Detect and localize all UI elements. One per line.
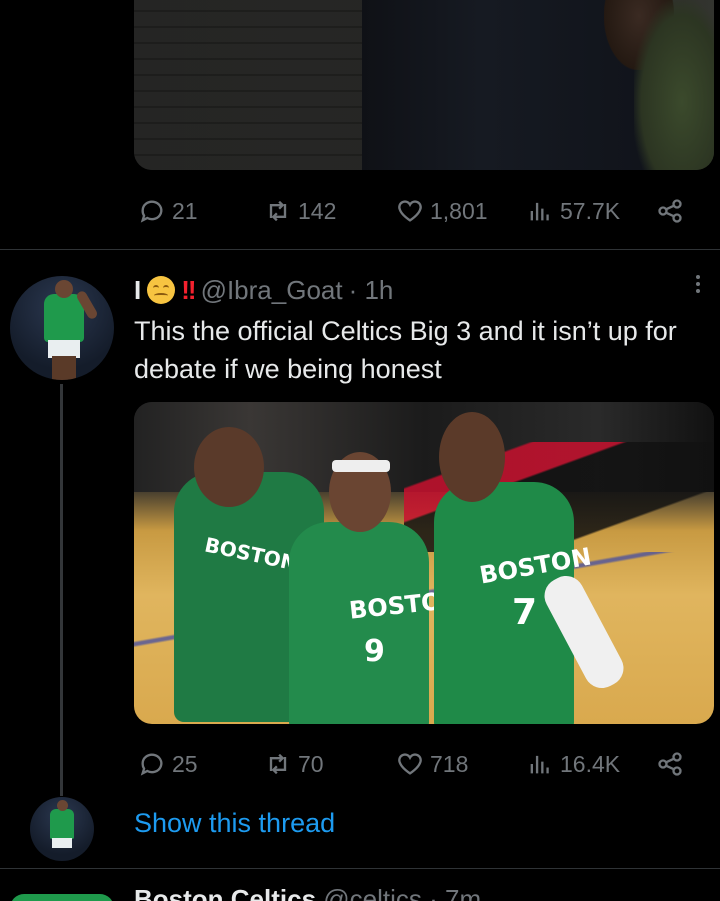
tweet-divider — [0, 249, 720, 250]
share-button[interactable] — [656, 197, 684, 225]
share-button[interactable] — [656, 750, 684, 778]
tweet-divider — [0, 868, 720, 869]
tweet-actions: 25 70 718 16.4K — [134, 747, 694, 781]
previous-tweet-media[interactable] — [134, 0, 714, 170]
double-exclamation-emoji-icon: !! — [181, 274, 196, 305]
jersey-number-right: 7 — [512, 592, 538, 633]
tweet-header: I !! @Ibra_Goat · 1h — [134, 272, 393, 308]
more-options-button[interactable] — [688, 272, 708, 302]
previous-tweet-actions: 21 142 1,801 57.7K — [134, 194, 694, 228]
more-icon — [688, 275, 708, 293]
reply-button[interactable]: 21 — [138, 197, 198, 225]
views-button[interactable]: 57.7K — [526, 197, 620, 225]
thread-avatar-head — [57, 800, 68, 811]
avatar-shirt — [44, 294, 84, 342]
tweet-media-photo[interactable]: BOSTON BOSTO 9 BOSTON 7 — [134, 402, 714, 724]
media-background — [134, 0, 374, 170]
retweet-count: 142 — [298, 197, 337, 224]
tweet-text: This the official Celtics Big 3 and it i… — [134, 316, 677, 384]
share-icon — [658, 199, 682, 223]
avatar[interactable] — [10, 276, 114, 380]
jersey-number-middle: 9 — [364, 634, 385, 669]
share-icon — [658, 752, 682, 776]
next-tweet-header: Boston Celtics @celtics · 7m — [134, 884, 714, 901]
views-icon — [530, 755, 549, 774]
reply-icon — [140, 200, 163, 223]
thread-line — [60, 384, 63, 796]
avatar-legs — [52, 356, 76, 380]
reply-button[interactable]: 25 — [138, 750, 198, 778]
display-name[interactable]: I — [134, 275, 141, 306]
thread-avatar[interactable] — [30, 797, 94, 861]
retweet-icon — [269, 200, 287, 222]
views-icon — [530, 202, 549, 221]
next-user-handle[interactable]: @celtics · 7m — [323, 884, 481, 901]
like-count: 1,801 — [430, 197, 488, 224]
player-left-head — [194, 427, 264, 507]
media-plant — [634, 0, 714, 170]
retweet-button[interactable]: 142 — [264, 197, 336, 225]
avatar-head — [55, 280, 73, 298]
next-display-name[interactable]: Boston Celtics — [134, 884, 316, 901]
views-count: 16.4K — [560, 750, 621, 777]
retweet-count: 70 — [298, 750, 324, 777]
like-icon — [398, 200, 422, 222]
retweet-button[interactable]: 70 — [264, 750, 324, 778]
like-button[interactable]: 1,801 — [396, 197, 488, 225]
thread-avatar-shorts — [52, 838, 72, 848]
player-right-head — [439, 412, 505, 502]
next-tweet-avatar[interactable] — [10, 894, 114, 901]
reply-icon — [140, 753, 163, 776]
views-count: 57.7K — [560, 197, 621, 224]
retweet-icon — [269, 753, 287, 775]
like-count: 718 — [430, 750, 469, 777]
woozy-face-emoji-icon — [147, 276, 176, 304]
reply-count: 21 — [172, 197, 198, 224]
reply-count: 25 — [172, 750, 198, 777]
show-thread-link[interactable]: Show this thread — [134, 808, 335, 839]
user-handle[interactable]: @Ibra_Goat — [201, 275, 343, 306]
thread-avatar-shirt — [50, 809, 74, 839]
like-button[interactable]: 718 — [396, 750, 468, 778]
player-middle-headband — [332, 460, 390, 472]
like-icon — [398, 753, 422, 775]
timestamp[interactable]: · 1h — [349, 275, 394, 306]
views-button[interactable]: 16.4K — [526, 750, 620, 778]
